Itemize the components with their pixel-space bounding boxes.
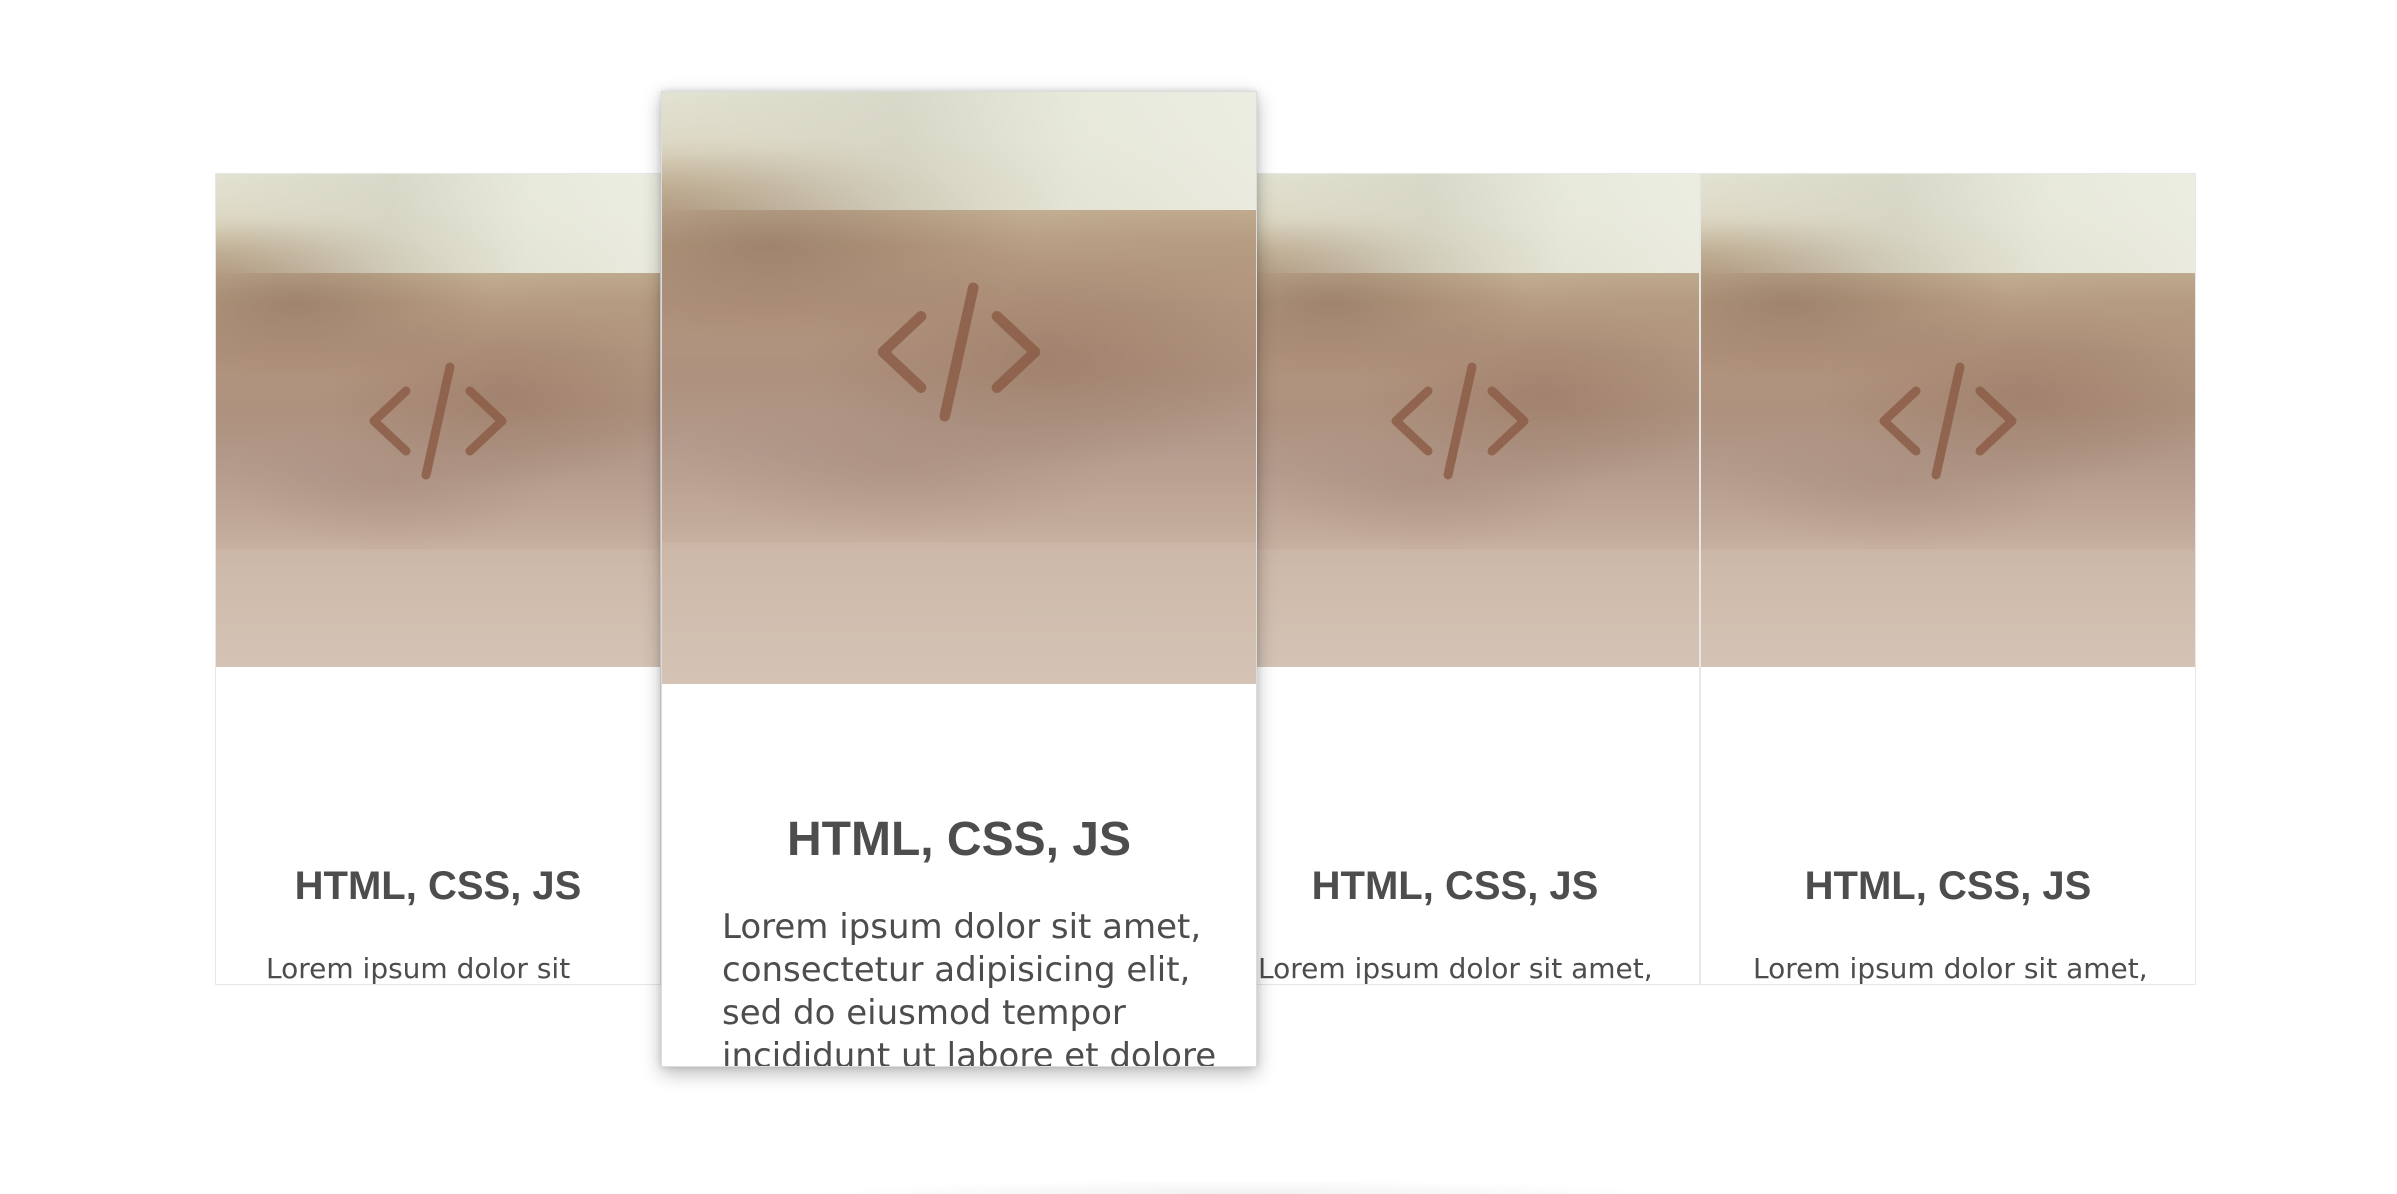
code-icon bbox=[1391, 362, 1529, 479]
code-icon bbox=[1879, 362, 2017, 479]
card-gallery: HTML, CSS, JS Lorem ipsum dolor sit amet… bbox=[0, 0, 2397, 1194]
card-2-image bbox=[662, 92, 1256, 684]
card-4-title: HTML, CSS, JS bbox=[1804, 864, 2092, 908]
card-3-title: HTML, CSS, JS bbox=[1311, 864, 1599, 908]
floor-shadow bbox=[800, 1180, 1680, 1194]
card-3[interactable]: HTML, CSS, JS Lorem ipsum dolor sit amet… bbox=[1250, 173, 1700, 985]
card-1-title: HTML, CSS, JS bbox=[294, 864, 582, 908]
card-3-text: Lorem ipsum dolor sit amet, consectetur … bbox=[1258, 952, 1653, 985]
card-2-text: Lorem ipsum dolor sit amet, consectetur … bbox=[722, 907, 1217, 1067]
card-1-text: Lorem ipsum dolor sit amet, consectetur … bbox=[266, 952, 571, 985]
code-icon bbox=[877, 283, 1041, 422]
code-icon bbox=[369, 362, 507, 479]
card-1-image bbox=[216, 174, 660, 667]
card-1[interactable]: HTML, CSS, JS Lorem ipsum dolor sit amet… bbox=[215, 173, 661, 985]
card-4[interactable]: HTML, CSS, JS Lorem ipsum dolor sit amet… bbox=[1700, 173, 2196, 985]
card-3-image bbox=[1250, 174, 1699, 667]
card-2-featured[interactable]: HTML, CSS, JS Lorem ipsum dolor sit amet… bbox=[661, 91, 1257, 1067]
card-2-title: HTML, CSS, JS bbox=[786, 813, 1132, 866]
card-4-text: Lorem ipsum dolor sit amet, consectetur … bbox=[1753, 952, 2148, 985]
card-4-image bbox=[1701, 174, 2195, 667]
